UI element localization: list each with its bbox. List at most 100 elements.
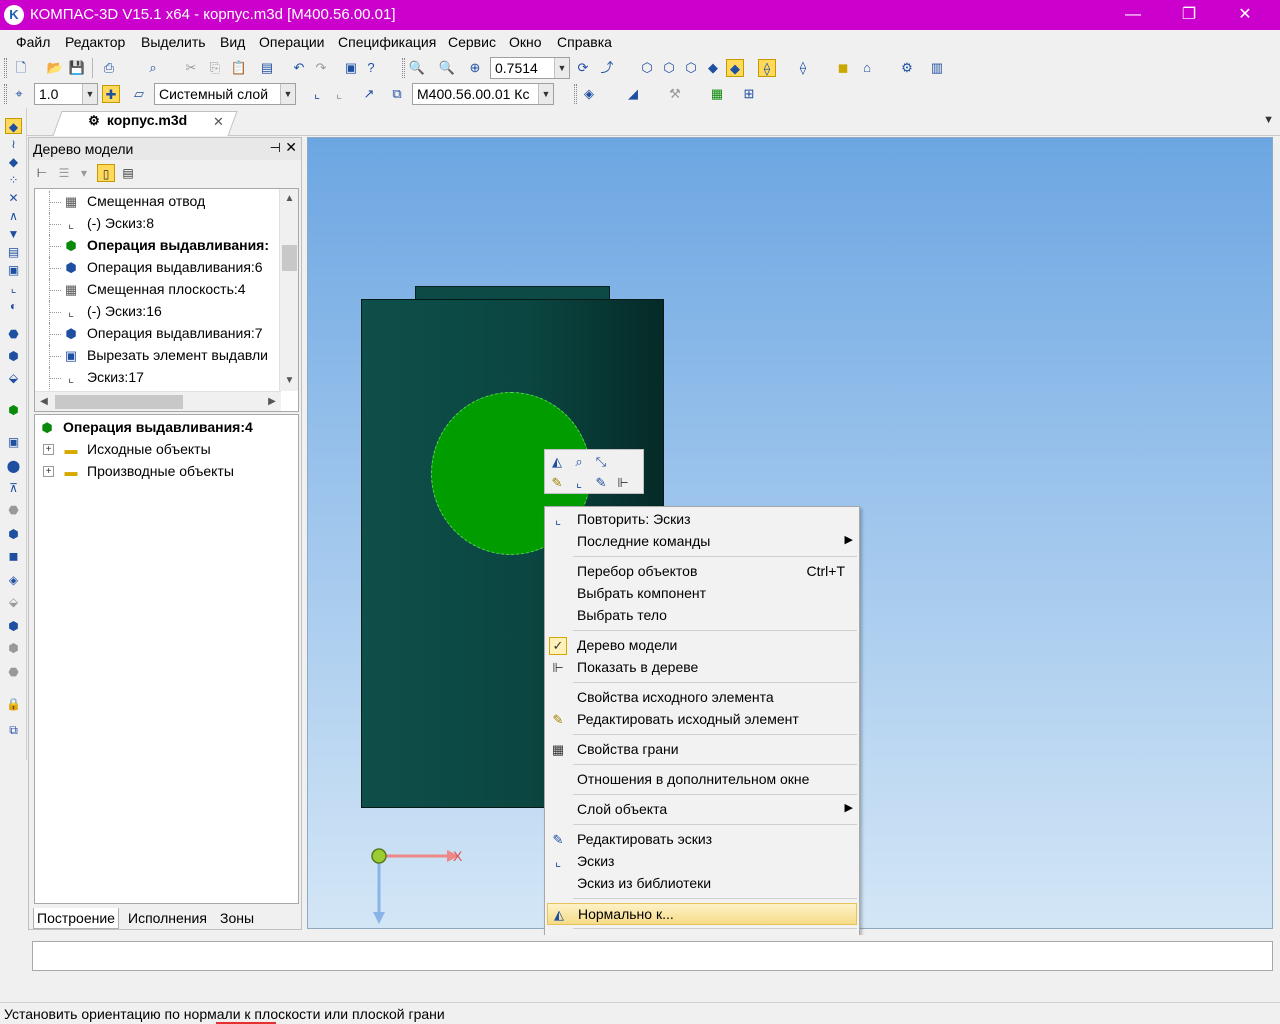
chevron-down-icon[interactable]: ▼	[1263, 114, 1274, 126]
tools-icon[interactable]: ⚒	[666, 85, 684, 103]
properties-icon[interactable]: ▤	[258, 59, 276, 77]
menu-file[interactable]: Файл	[16, 34, 50, 50]
cut-icon[interactable]: ✂	[182, 59, 200, 77]
chevron-up-icon[interactable]: ▲	[280, 189, 298, 209]
context-menu-item[interactable]: ✎ Редактировать эскиз	[547, 829, 857, 851]
context-menu-item[interactable]: Выбрать тело	[547, 605, 857, 627]
context-menu-item[interactable]: ✓ Дерево модели	[547, 635, 857, 657]
paste-icon[interactable]: 📋	[230, 59, 248, 77]
axis-orient-icon[interactable]: ⤡	[592, 453, 610, 471]
sketch-icon[interactable]: ⌞	[308, 85, 326, 103]
toolbar-grip[interactable]	[4, 58, 7, 78]
kinematic-icon[interactable]: ⬙	[5, 370, 22, 386]
tree-list-icon[interactable]: ☰	[55, 164, 73, 182]
arrays-icon[interactable]: ⁘	[5, 172, 22, 188]
vertical-scrollbar[interactable]: ▲ ▼	[279, 189, 298, 391]
dimension-icon[interactable]: ⊞	[740, 85, 758, 103]
surfaces-icon[interactable]: ◆	[5, 154, 22, 170]
close-icon[interactable]: ✕	[213, 114, 224, 130]
new-file-icon[interactable]: 🗋	[12, 59, 30, 77]
manager-icon[interactable]: ▣	[342, 59, 360, 77]
context-menu-item[interactable]: Перебор объектов Ctrl+T	[547, 561, 857, 583]
expand-icon[interactable]: +	[43, 466, 54, 477]
scroll-thumb[interactable]	[282, 245, 297, 271]
halftone-icon[interactable]: ◆	[704, 59, 722, 77]
tree-item[interactable]: ⬢ Операция выдавливания:6	[35, 257, 280, 279]
orient-icon[interactable]: ⤴	[598, 59, 616, 77]
pencil-icon[interactable]: ✎	[548, 474, 566, 492]
zoom-scale-icon[interactable]: 🔍	[438, 59, 456, 77]
menu-view[interactable]: Вид	[220, 34, 245, 50]
zoom-combo[interactable]: 0.7514 ▼	[490, 57, 570, 79]
designation-combo[interactable]: M400.56.00.01 Кс ▼	[412, 83, 554, 105]
section-icon[interactable]: ⌂	[858, 59, 876, 77]
chevron-down-icon[interactable]: ▼	[538, 84, 553, 104]
chevron-right-icon[interactable]: ▶	[263, 392, 281, 411]
normal-to-icon[interactable]: ◭	[548, 453, 566, 471]
chevron-down-icon[interactable]: ▾	[75, 164, 93, 182]
hidden-lines-icon[interactable]: ⬡	[660, 59, 678, 77]
rotate-icon[interactable]: ⟳	[574, 59, 592, 77]
cut-tool-icon[interactable]: ▣	[5, 434, 22, 450]
context-menu-item[interactable]: ▦ Свойства грани	[547, 739, 857, 761]
layer-combo[interactable]: Системный слой ▼	[154, 83, 296, 105]
horizontal-scrollbar[interactable]: ◀ ▶	[35, 391, 281, 411]
menu-window[interactable]: Окно	[509, 34, 542, 50]
property-field[interactable]	[32, 941, 1273, 971]
measure-tool-icon[interactable]: ∧	[5, 208, 22, 224]
model-boss[interactable]	[415, 286, 610, 300]
context-menu-item[interactable]: Последние команды ▶	[547, 531, 857, 553]
section-tool-icon[interactable]: ⬙	[5, 594, 22, 610]
chevron-down-icon[interactable]: ▼	[280, 371, 298, 391]
menu-service[interactable]: Сервис	[448, 34, 496, 50]
chevron-down-icon[interactable]: ▼	[280, 84, 295, 104]
zoom-window-icon[interactable]: 🔍	[408, 59, 426, 77]
context-menu-item[interactable]: Эскиз из библиотеки	[547, 873, 857, 895]
expand-icon[interactable]: +	[43, 444, 54, 455]
preview-icon[interactable]: ⌕	[144, 59, 162, 77]
chevron-down-icon[interactable]: ▼	[82, 84, 97, 104]
toolbar-grip[interactable]	[402, 58, 405, 78]
context-menu-item[interactable]: Свойства исходного элемента	[547, 687, 857, 709]
save-icon[interactable]: 💾	[68, 59, 86, 77]
menu-operations[interactable]: Операции	[259, 34, 325, 50]
close-icon[interactable]: ✕	[285, 139, 297, 156]
split-icon[interactable]: ⬢	[5, 640, 22, 656]
grid-snap-icon[interactable]: ✚	[102, 85, 120, 103]
tree-item[interactable]: ▣ Вырезать элемент выдавли	[35, 345, 280, 367]
lock-icon[interactable]: 🔒	[5, 696, 22, 712]
copy-icon[interactable]: ⎘	[206, 59, 224, 77]
context-menu-item[interactable]: Отношения в дополнительном окне	[547, 769, 857, 791]
tab-versions[interactable]: Исполнения	[125, 908, 210, 929]
editing-details-icon[interactable]: ◆	[5, 118, 22, 134]
filter-icon[interactable]: ▼	[5, 226, 22, 242]
spatial-curves-icon[interactable]: ≀	[5, 136, 22, 152]
print-icon[interactable]: ⎙	[100, 59, 118, 77]
context-menu-item[interactable]: Выбрать компонент	[547, 583, 857, 605]
specification-icon[interactable]: ▤	[5, 244, 22, 260]
tree-structure-icon[interactable]: ⊢	[33, 164, 51, 182]
edit-orient-icon[interactable]: ↗	[360, 85, 378, 103]
filter-select-icon[interactable]: ⟠	[758, 59, 776, 77]
select-filter-icon[interactable]: ⟠	[794, 59, 812, 77]
help-pointer-icon[interactable]: ?	[362, 59, 380, 77]
context-menu-item[interactable]: ⊩ Показать в дереве	[547, 657, 857, 679]
tree-item[interactable]: ⬢ Операция выдавливания:7	[35, 323, 280, 345]
tree-item[interactable]: ⬢ Операция выдавливания:	[35, 235, 280, 257]
close-button[interactable]: ✕	[1222, 0, 1268, 30]
context-menu-item[interactable]: ✎ Редактировать исходный элемент	[547, 709, 857, 731]
local-cs-icon[interactable]: ⌞	[330, 85, 348, 103]
colors-icon[interactable]: ◈	[580, 85, 598, 103]
document-tab[interactable]: ⚙ корпус.m3d	[85, 112, 187, 134]
edit-sketch-icon[interactable]: ✎	[592, 474, 610, 492]
tree-view-icon[interactable]: ▯	[97, 164, 115, 182]
tree-item[interactable]: ⌞ (-) Эскиз:16	[35, 301, 280, 323]
maximize-button[interactable]: ❐	[1166, 0, 1212, 30]
context-menu-item[interactable]: Слой объекта ▶	[547, 799, 857, 821]
pin-icon[interactable]: ⊣	[270, 140, 281, 156]
mirror-icon[interactable]: ⬢	[5, 618, 22, 634]
tab-zones[interactable]: Зоны	[217, 908, 257, 929]
chamfer-icon[interactable]: ⊼	[5, 480, 22, 496]
wireframe-icon[interactable]: ⬡	[638, 59, 656, 77]
menu-specification[interactable]: Спецификация	[338, 34, 436, 50]
